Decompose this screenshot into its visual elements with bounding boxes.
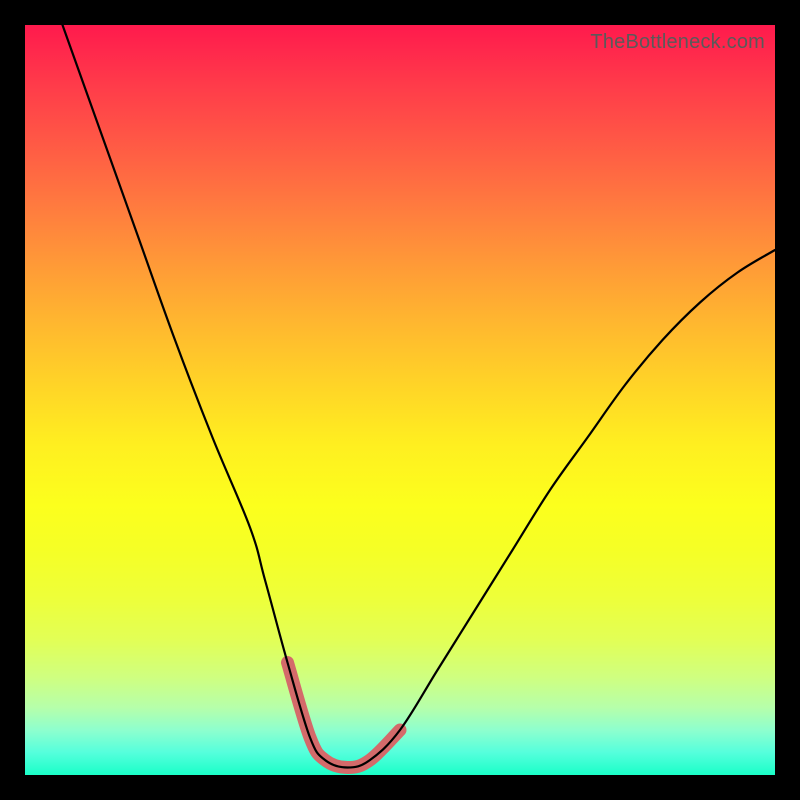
bottleneck-curve-line [63,25,776,768]
plot-area: TheBottleneck.com [25,25,775,775]
optimal-zone-highlight [288,663,401,768]
chart-frame: TheBottleneck.com [0,0,800,800]
chart-svg [25,25,775,775]
